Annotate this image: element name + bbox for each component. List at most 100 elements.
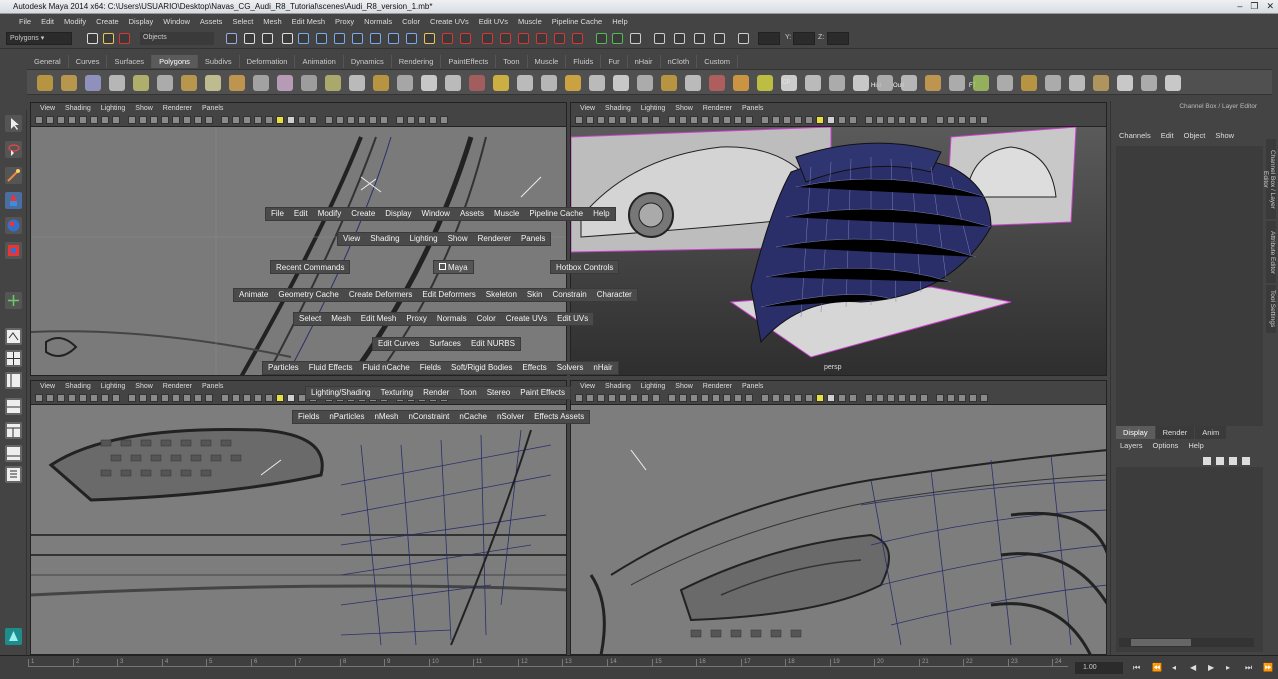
- viewport-tool-icon[interactable]: [57, 394, 65, 402]
- menu-proxy[interactable]: Proxy: [330, 17, 359, 26]
- hotbox-item-constrain[interactable]: Constrain: [547, 289, 591, 301]
- menu-assets[interactable]: Assets: [195, 17, 228, 26]
- select-tool-icon[interactable]: [5, 115, 22, 132]
- viewport-tool-icon[interactable]: [112, 394, 120, 402]
- step-back-key-icon[interactable]: ⏪: [1152, 663, 1162, 672]
- viewport-tool-icon[interactable]: [712, 116, 720, 124]
- shelf-tool-icon[interactable]: [925, 75, 941, 91]
- shelf-tool-icon[interactable]: [397, 75, 413, 91]
- hotbox-item-shading[interactable]: Shading: [365, 233, 404, 245]
- viewport-tool-icon[interactable]: [783, 116, 791, 124]
- viewport-bottom-right[interactable]: View Shading Lighting Show Renderer Panels: [570, 380, 1107, 655]
- status-tool-icon[interactable]: [87, 33, 98, 44]
- go-to-start-icon[interactable]: ⏮: [1133, 663, 1142, 672]
- viewport-tool-icon[interactable]: [679, 394, 687, 402]
- status-tool-icon[interactable]: [654, 33, 665, 44]
- viewport-tool-icon[interactable]: [947, 116, 955, 124]
- viewport-tool-icon[interactable]: [652, 394, 660, 402]
- viewport-tool-icon[interactable]: [380, 116, 388, 124]
- viewport-menu-renderer[interactable]: Renderer: [698, 103, 737, 114]
- hotbox-item-select[interactable]: Select: [294, 313, 326, 325]
- viewport-tool-icon[interactable]: [586, 394, 594, 402]
- shelf-tab-polygons[interactable]: Polygons: [152, 55, 198, 68]
- status-tool-icon[interactable]: [424, 33, 435, 44]
- channel-menu-object[interactable]: Object: [1184, 131, 1206, 140]
- status-tool-icon[interactable]: [119, 33, 130, 44]
- hotbox-item-lighting[interactable]: Lighting: [405, 233, 443, 245]
- menu-window[interactable]: Window: [158, 17, 195, 26]
- viewport-tool-icon[interactable]: [232, 394, 240, 402]
- hotbox-item-edit[interactable]: Edit: [289, 208, 313, 220]
- shelf-tool-icon[interactable]: [37, 75, 53, 91]
- status-tool-icon[interactable]: [536, 33, 547, 44]
- current-frame-field[interactable]: 1.00: [1075, 662, 1123, 674]
- status-tool-icon[interactable]: [612, 33, 623, 44]
- viewport-tool-icon[interactable]: [68, 116, 76, 124]
- viewport-tool-icon[interactable]: [139, 394, 147, 402]
- status-tool-icon[interactable]: [352, 33, 363, 44]
- shelf-tab-curves[interactable]: Curves: [69, 55, 108, 68]
- viewport-tool-icon[interactable]: [608, 116, 616, 124]
- viewport-tool-icon[interactable]: [734, 394, 742, 402]
- hotbox-item-muscle[interactable]: Muscle: [489, 208, 524, 220]
- viewport-tool-icon[interactable]: [396, 116, 404, 124]
- shelf-tool-icon[interactable]: [1141, 75, 1157, 91]
- hotbox-item-edit-nurbs[interactable]: Edit NURBS: [466, 338, 520, 350]
- viewport-tool-icon[interactable]: [336, 116, 344, 124]
- y-field[interactable]: [793, 32, 815, 45]
- viewport-tool-icon[interactable]: [46, 394, 54, 402]
- status-tool-icon[interactable]: [103, 33, 114, 44]
- hotbox-item-show[interactable]: Show: [443, 233, 473, 245]
- shelf-tool-icon[interactable]: [1165, 75, 1181, 91]
- shelf-tool-icon[interactable]: [541, 75, 557, 91]
- shelf-tab-subdivs[interactable]: Subdivs: [198, 55, 240, 68]
- hotbox-item-color[interactable]: Color: [472, 313, 501, 325]
- viewport-tool-icon[interactable]: [90, 116, 98, 124]
- viewport-tool-icon[interactable]: [668, 394, 676, 402]
- hypershade-layout-icon[interactable]: [5, 422, 22, 439]
- hotbox-item-edit-uvs[interactable]: Edit UVs: [552, 313, 593, 325]
- persp-outliner-layout-icon[interactable]: [5, 372, 22, 389]
- viewport-menu-panels[interactable]: Panels: [737, 381, 768, 392]
- maximize-button[interactable]: ❐: [1250, 1, 1258, 12]
- layer-option-icon[interactable]: [1203, 457, 1211, 465]
- viewport-menu-shading[interactable]: Shading: [60, 103, 96, 114]
- shelf-tool-icon[interactable]: [661, 75, 677, 91]
- viewport-tool-icon[interactable]: [112, 116, 120, 124]
- hotbox-item-surfaces[interactable]: Surfaces: [424, 338, 466, 350]
- viewport-tool-icon[interactable]: [79, 116, 87, 124]
- lasso-tool-icon[interactable]: [5, 141, 22, 158]
- viewport-tool-icon[interactable]: [150, 116, 158, 124]
- shelf-tool-icon[interactable]: [349, 75, 365, 91]
- shelf-tool-icon[interactable]: [133, 75, 149, 91]
- status-tool-icon[interactable]: [572, 33, 583, 44]
- viewport-tool-icon[interactable]: [690, 394, 698, 402]
- viewport-tool-icon[interactable]: [608, 394, 616, 402]
- viewport-tool-icon[interactable]: [575, 394, 583, 402]
- shelf-tool-icon[interactable]: [1069, 75, 1085, 91]
- shelf-tab-fluids[interactable]: Fluids: [566, 55, 602, 68]
- viewport-tool-icon[interactable]: [194, 116, 202, 124]
- viewport-menu-renderer[interactable]: Renderer: [158, 103, 197, 114]
- shelf-tab-deformation[interactable]: Deformation: [240, 55, 296, 68]
- shelf-tool-icon[interactable]: [829, 75, 845, 91]
- viewport-tool-icon[interactable]: [597, 394, 605, 402]
- menu-muscle[interactable]: Muscle: [513, 17, 547, 26]
- shelf-tool-icon[interactable]: [517, 75, 533, 91]
- shelf-tool-icon[interactable]: [685, 75, 701, 91]
- status-tool-icon[interactable]: [226, 33, 237, 44]
- viewport-tool-icon[interactable]: [254, 394, 262, 402]
- layer-tab-anim[interactable]: Anim: [1195, 426, 1227, 439]
- viewport-tool-icon[interactable]: [265, 116, 273, 124]
- shelf-tool-icon[interactable]: [757, 75, 773, 91]
- viewport-tool-icon[interactable]: [101, 116, 109, 124]
- viewport-tool-icon[interactable]: [369, 116, 377, 124]
- hotbox-center-maya[interactable]: Maya: [433, 260, 474, 274]
- viewport-tool-icon[interactable]: [816, 116, 824, 124]
- viewport-tool-icon[interactable]: [161, 394, 169, 402]
- menu-modify[interactable]: Modify: [59, 17, 91, 26]
- hotbox-item-proxy[interactable]: Proxy: [401, 313, 431, 325]
- viewport-tool-icon[interactable]: [641, 394, 649, 402]
- viewport-tool-icon[interactable]: [838, 116, 846, 124]
- hotbox-item-assets[interactable]: Assets: [455, 208, 489, 220]
